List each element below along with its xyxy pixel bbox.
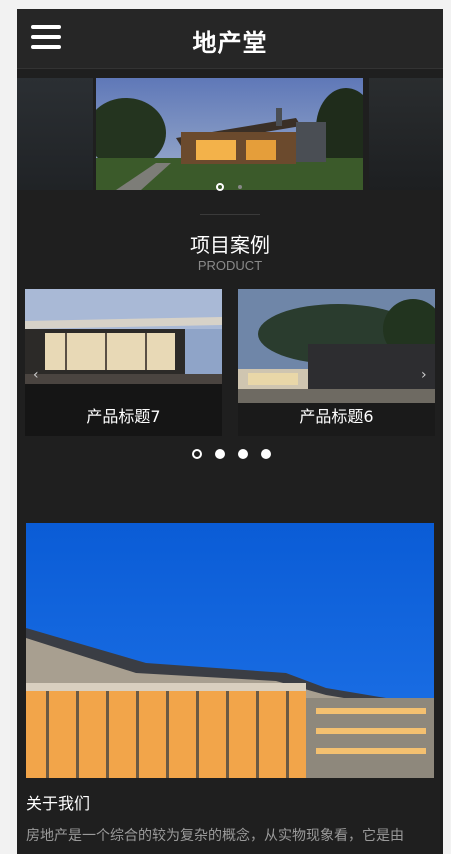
about-title[interactable]: 关于我们 <box>26 790 90 814</box>
carousel-prev-icon[interactable]: ‹ <box>33 367 39 383</box>
product-card[interactable]: ‹ 产品标题7 <box>25 289 222 436</box>
header: 地产堂 <box>17 9 443 69</box>
about-text: 房地产是一个综合的较为复杂的概念，从实物现象看，它是由 <box>26 828 404 844</box>
hero-slide-image[interactable] <box>96 78 363 190</box>
hero-slide-next[interactable] <box>369 78 443 190</box>
hero-slider[interactable] <box>17 78 443 190</box>
product-title[interactable]: 产品标题7 <box>25 403 222 427</box>
carousel-pager-dot[interactable] <box>215 449 225 459</box>
hero-slider-dot[interactable] <box>238 185 242 189</box>
hero-slide-prev[interactable] <box>17 78 93 190</box>
page-frame: 地产堂 项目案例 PRODUCT ‹ 产品标题7 › 产品标题6 关于我们 房地… <box>17 9 443 854</box>
carousel-pager-dot[interactable] <box>261 449 271 459</box>
section-subtitle: PRODUCT <box>197 258 263 273</box>
section-title: 项目案例 <box>190 233 270 257</box>
section-divider <box>200 214 260 215</box>
hero-slider-dot[interactable] <box>216 183 224 191</box>
about-image[interactable] <box>26 523 434 778</box>
product-card[interactable]: › 产品标题6 <box>238 289 435 436</box>
carousel-pager-dot[interactable] <box>238 449 248 459</box>
product-title[interactable]: 产品标题6 <box>238 403 435 427</box>
carousel-next-icon[interactable]: › <box>421 367 427 383</box>
site-logo[interactable]: 地产堂 <box>17 23 443 58</box>
carousel-pager-dot[interactable] <box>192 449 202 459</box>
